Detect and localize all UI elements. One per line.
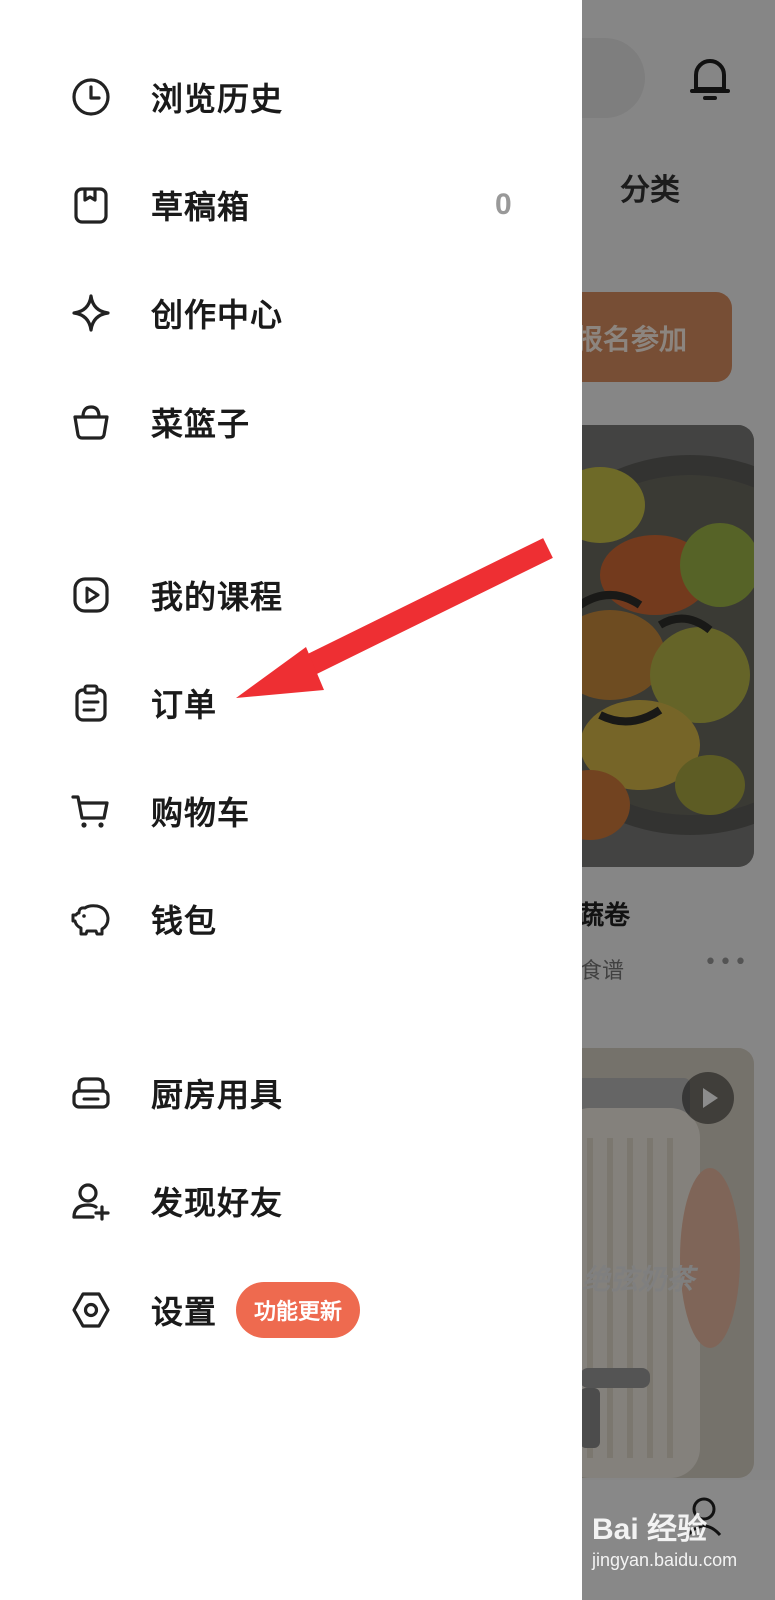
add-friend-icon xyxy=(69,1179,113,1223)
feature-update-badge: 功能更新 xyxy=(236,1282,361,1338)
menu-item-kitchenware[interactable]: 厨房用具 xyxy=(0,1053,582,1133)
menu-label: 浏览历史 xyxy=(151,80,284,118)
side-drawer: 浏览历史 草稿箱 0 创作中心 菜篮子 我的课程 订单 购物车 钱包 厨房用具 … xyxy=(0,0,582,1600)
menu-label: 设置 xyxy=(151,1293,218,1331)
settings-hexagon-icon xyxy=(69,1288,113,1332)
menu-label: 购物车 xyxy=(151,794,251,832)
menu-label: 我的课程 xyxy=(151,578,284,616)
menu-item-creator-center[interactable]: 创作中心 xyxy=(0,273,582,353)
watermark-url: jingyan.baidu.com xyxy=(592,1550,738,1570)
play-square-icon xyxy=(69,573,113,617)
menu-item-history[interactable]: 浏览历史 xyxy=(0,57,582,137)
menu-label: 创作中心 xyxy=(151,296,284,334)
menu-item-drafts[interactable]: 草稿箱 0 xyxy=(0,165,582,245)
menu-label: 菜篮子 xyxy=(151,405,251,443)
basket-icon xyxy=(69,400,113,444)
menu-item-basket[interactable]: 菜篮子 xyxy=(0,382,582,462)
menu-label: 钱包 xyxy=(151,902,218,940)
menu-item-settings[interactable]: 设置 功能更新 xyxy=(0,1270,582,1350)
clock-icon xyxy=(69,75,113,119)
watermark: Bai 经验 jingyan.baidu.com xyxy=(592,1504,737,1571)
cart-icon xyxy=(69,789,113,833)
menu-item-wallet[interactable]: 钱包 xyxy=(0,879,582,959)
menu-item-find-friends[interactable]: 发现好友 xyxy=(0,1161,582,1241)
menu-label: 厨房用具 xyxy=(151,1076,284,1114)
menu-label: 订单 xyxy=(151,686,218,724)
sparkle-star-icon xyxy=(69,291,113,335)
menu-item-orders[interactable]: 订单 xyxy=(0,663,582,743)
menu-label: 草稿箱 xyxy=(151,188,251,226)
draft-box-icon xyxy=(69,183,113,227)
menu-item-my-courses[interactable]: 我的课程 xyxy=(0,555,582,635)
menu-item-cart[interactable]: 购物车 xyxy=(0,771,582,851)
piggy-bank-icon xyxy=(69,897,113,941)
menu-label: 发现好友 xyxy=(151,1184,284,1222)
clipboard-icon xyxy=(69,681,113,725)
drafts-count: 0 xyxy=(495,188,512,221)
watermark-logo-text: Bai 经验 xyxy=(592,1513,708,1546)
kitchen-tool-icon xyxy=(69,1071,113,1115)
